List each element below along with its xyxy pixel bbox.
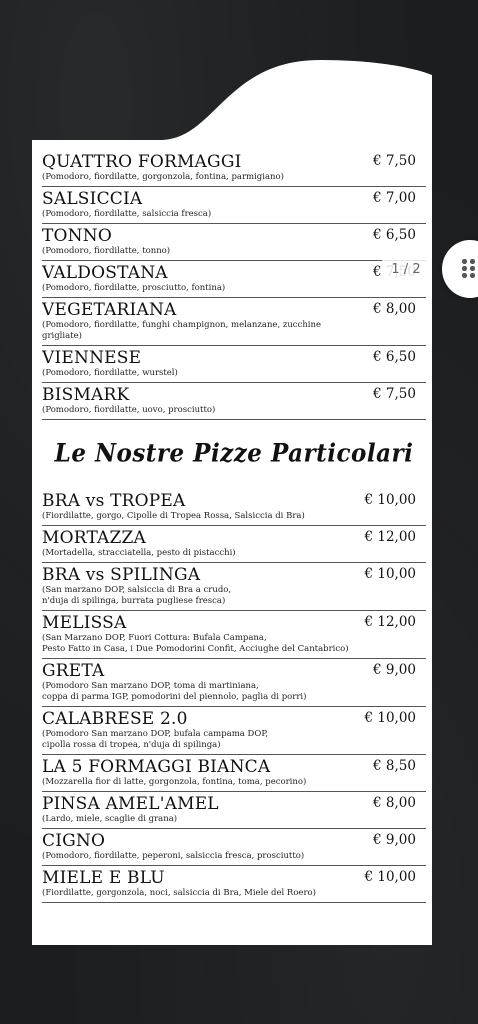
menu-item-description: (Fiordilatte, gorgonzola, noci, salsicci… [42,888,316,898]
menu-item: TONNO (Pomodoro, fiordilatte, tonno) € 6,5… [42,224,426,261]
menu-item-price: € 9,00 [373,832,416,848]
menu-item-name: SALSICCIA [42,189,143,209]
menu-item: BRA vs SPILINGA (San marzano DOP, salsicc… [42,563,426,611]
menu-item-description: (Lardo, miele, scaglie di grana) [42,814,178,824]
menu-item-name: TONNO [42,226,112,246]
menu-item-price: € 8,50 [373,758,416,774]
menu-item-price: € 12,00 [364,529,416,545]
menu-item-price: € 8,00 [373,301,416,317]
menu-item: QUATTRO FORMAGGI (Pomodoro, fiordilatte, … [42,150,426,187]
menu-item-name: LA 5 FORMAGGI BIANCA [42,757,271,777]
menu-item-description: (San Marzano DOP, Fuori Cottura: Bufala … [42,633,349,654]
section-title: Le Nostre Pizze Particolari [54,438,414,469]
special-pizza-list: BRA vs TROPEA (Fiordilatte, gorgo, Cipoll… [42,489,426,903]
menu-item-description: (San marzano DOP, salsiccia di Bra a cru… [42,585,232,606]
drag-dots-icon [462,259,476,279]
menu-item-description: (Pomodoro, fiordilatte, wurstel) [42,368,178,378]
menu-item-price: € 10,00 [364,710,416,726]
menu-item-price: € 10,00 [364,566,416,582]
menu-item-price: € 12,00 [364,614,416,630]
menu-item-price: € 10,00 [364,492,416,508]
menu-item-description: (Pomodoro, fiordilatte, prosciutto, font… [42,283,226,293]
menu-item-description: (Pomodoro San marzano DOP, toma di marti… [42,681,307,702]
menu-item: MIELE E BLU (Fiordilatte, gorgonzola, noc… [42,866,426,903]
menu-item-name: VEGETARIANA [42,300,177,320]
pizza-menu: QUATTRO FORMAGGI (Pomodoro, fiordilatte, … [42,150,426,903]
menu-item: VALDOSTANA (Pomodoro, fiordilatte, prosci… [42,261,426,298]
menu-item: LA 5 FORMAGGI BIANCA (Mozzarella fior di … [42,755,426,792]
menu-item-price: € 8,00 [373,795,416,811]
menu-item-name: BISMARK [42,385,130,405]
menu-item-description: (Pomodoro, fiordilatte, peperoni, salsic… [42,851,305,861]
menu-item-description: (Pomodoro San marzano DOP, bufala campam… [42,729,269,750]
menu-item-description: (Fiordilatte, gorgo, Cipolle di Tropea R… [42,511,305,521]
menu-item: CIGNO (Pomodoro, fiordilatte, peperoni, s… [42,829,426,866]
menu-item-name: VALDOSTANA [42,263,168,283]
menu-item-name: QUATTRO FORMAGGI [42,152,242,172]
menu-item-price: € 10,00 [364,869,416,885]
menu-item-price: € 6,50 [373,349,416,365]
menu-item: BISMARK (Pomodoro, fiordilatte, uovo, pro… [42,383,426,420]
menu-item-price: € 7,50 [373,153,416,169]
menu-item: BRA vs TROPEA (Fiordilatte, gorgo, Cipoll… [42,489,426,526]
menu-item-description: (Mortadella, stracciatella, pesto di pis… [42,548,236,558]
menu-item-description: (Pomodoro, fiordilatte, funghi champigno… [42,320,322,341]
menu-item-description: (Pomodoro, fiordilatte, gorgonzola, font… [42,172,284,182]
menu-item: SALSICCIA (Pomodoro, fiordilatte, salsicc… [42,187,426,224]
menu-item: PINSA AMEL'AMEL (Lardo, miele, scaglie di… [42,792,426,829]
menu-item-price: € 7,00 [373,190,416,206]
page-indicator: 1 / 2 [380,249,432,289]
classic-pizza-list: QUATTRO FORMAGGI (Pomodoro, fiordilatte, … [42,150,426,420]
menu-item-price: € 9,00 [373,662,416,678]
menu-item-price: € 7,50 [373,386,416,402]
menu-item-description: (Pomodoro, fiordilatte, tonno) [42,246,171,256]
menu-item-description: (Pomodoro, fiordilatte, uovo, prosciutto… [42,405,216,415]
menu-item-description: (Pomodoro, fiordilatte, salsiccia fresca… [42,209,212,219]
menu-item-name: VIENNESE [42,348,142,368]
menu-item-price: € 6,50 [373,227,416,243]
menu-item-description: (Mozzarella fior di latte, gorgonzola, f… [42,777,307,787]
menu-item: CALABRESE 2.0 (Pomodoro San marzano DOP, … [42,707,426,755]
menu-item: VIENNESE (Pomodoro, fiordilatte, wurstel)… [42,346,426,383]
menu-item: MORTAZZA (Mortadella, stracciatella, pest… [42,526,426,563]
menu-item: MELISSA (San Marzano DOP, Fuori Cottura: … [42,611,426,659]
menu-item-name: CIGNO [42,831,106,851]
menu-item-name: PINSA AMEL'AMEL [42,794,219,814]
menu-item-name: GRETA [42,661,105,681]
menu-item: GRETA (Pomodoro San marzano DOP, toma di … [42,659,426,707]
menu-item: VEGETARIANA (Pomodoro, fiordilatte, fungh… [42,298,426,346]
